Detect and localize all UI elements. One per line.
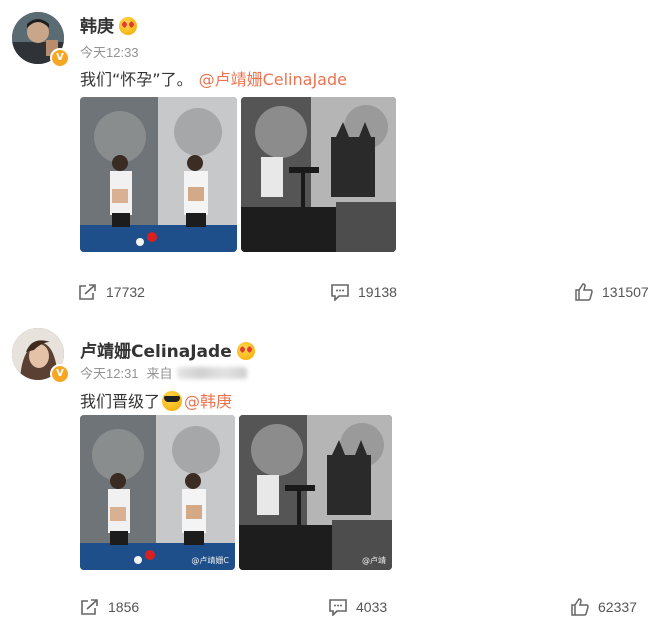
comment-button[interactable]: 19138 — [330, 277, 397, 307]
post-image-2[interactable]: @卢靖 — [239, 415, 392, 570]
post-text-body: 我们“怀孕”了。 — [80, 70, 193, 89]
comment-icon — [329, 599, 347, 616]
heart-eyes-emoji — [236, 342, 255, 360]
blurred-source — [176, 367, 247, 379]
source-label: 来自 — [146, 366, 173, 381]
mention-link[interactable]: @卢靖姗CelinaJade — [199, 70, 347, 89]
thumbs-up-icon — [575, 283, 593, 301]
share-button[interactable]: 17732 — [78, 277, 145, 307]
comment-count: 19138 — [358, 284, 397, 300]
post-text-body: 我们晋级了 — [80, 392, 161, 411]
time-text[interactable]: 今天12:31 — [80, 366, 139, 381]
post-actions: 1856 4033 62337 — [0, 592, 660, 622]
share-button[interactable]: 1856 — [80, 592, 139, 622]
like-button[interactable]: 62337 — [570, 592, 637, 622]
share-count: 17732 — [106, 284, 145, 300]
post-actions: 17732 19138 131507 — [0, 277, 660, 307]
comment-count: 4033 — [356, 599, 388, 615]
post-time[interactable]: 今天12:33 — [80, 42, 139, 61]
comment-button[interactable]: 4033 — [328, 592, 387, 622]
username-text: 卢靖姗CelinaJade — [80, 342, 232, 362]
weibo-post: V 卢靖姗CelinaJade 今天12:31 来自 我们晋级了 @韩庚 @卢靖姗 — [0, 318, 660, 630]
time-text: 今天12:33 — [80, 45, 139, 60]
like-count: 131507 — [602, 284, 649, 300]
post-meta: 今天12:31 来自 — [80, 363, 247, 382]
image-watermark: @卢靖 — [362, 556, 386, 565]
sunglasses-emoji — [162, 391, 183, 411]
comment-icon — [331, 284, 349, 301]
post-image-2[interactable] — [241, 97, 396, 252]
post-text: 我们晋级了 @韩庚 — [80, 388, 232, 412]
post-image-1[interactable] — [80, 97, 237, 252]
heart-eyes-emoji — [119, 17, 137, 35]
mention-link[interactable]: @韩庚 — [184, 392, 232, 411]
verified-v-icon: V — [50, 364, 70, 384]
post-image-1[interactable]: @卢靖姗C — [80, 415, 235, 570]
username[interactable]: 卢靖姗CelinaJade — [80, 337, 255, 362]
thumbs-up-icon — [571, 598, 589, 616]
post-text: 我们“怀孕”了。 @卢靖姗CelinaJade — [80, 66, 347, 90]
like-count: 62337 — [598, 599, 637, 615]
image-watermark: @卢靖姗C — [191, 556, 229, 565]
username[interactable]: 韩庚 — [80, 12, 137, 37]
username-text: 韩庚 — [80, 17, 114, 37]
share-icon — [79, 284, 96, 300]
share-count: 1856 — [108, 599, 140, 615]
share-icon — [81, 599, 98, 615]
weibo-post: V 韩庚 今天12:33 我们“怀孕”了。 @卢靖姗CelinaJade 177… — [0, 0, 660, 318]
like-button[interactable]: 131507 — [574, 277, 649, 307]
verified-v-icon: V — [50, 48, 70, 68]
